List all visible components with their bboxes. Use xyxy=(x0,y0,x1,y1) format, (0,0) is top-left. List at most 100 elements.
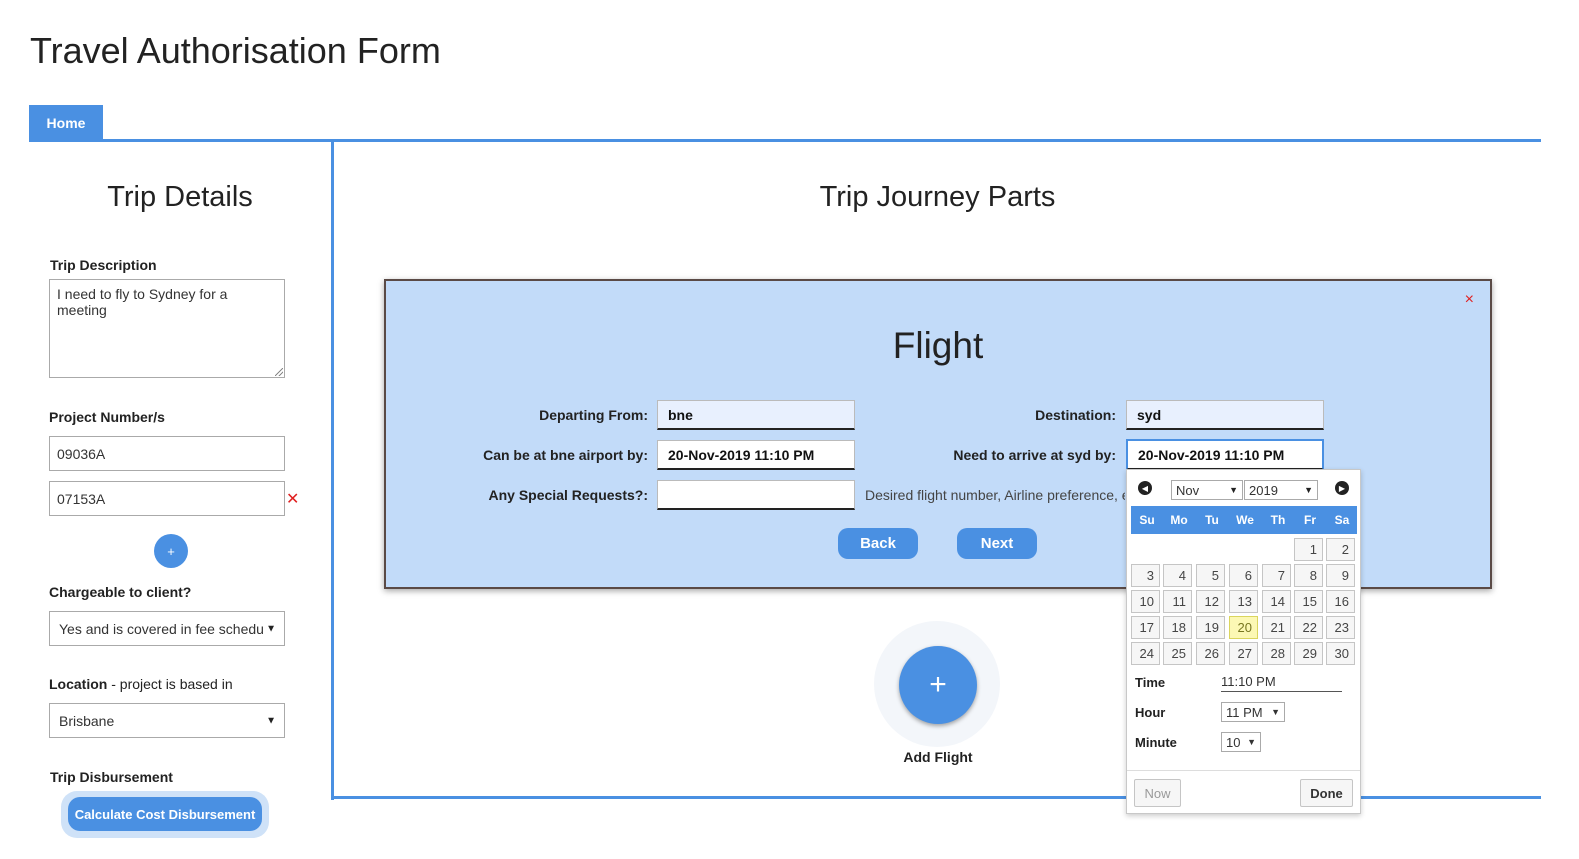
calendar-day[interactable]: 25 xyxy=(1163,642,1192,665)
calculate-cost-disbursement-button[interactable]: Calculate Cost Disbursement xyxy=(68,797,262,831)
chevron-down-icon: ▼ xyxy=(1271,707,1280,717)
now-button[interactable]: Now xyxy=(1134,779,1181,807)
hour-select[interactable]: 11 PM ▼ xyxy=(1221,702,1285,722)
weekday-label: Th xyxy=(1270,513,1286,527)
chevron-down-icon: ▼ xyxy=(266,623,276,634)
calendar-day[interactable]: 10 xyxy=(1131,590,1160,613)
project-number-value-2: 07153A xyxy=(57,490,106,507)
calendar-day[interactable]: 20 xyxy=(1229,616,1258,639)
calendar-day[interactable]: 18 xyxy=(1163,616,1192,639)
time-label: Time xyxy=(1135,675,1166,690)
calendar-day[interactable]: 4 xyxy=(1163,564,1192,587)
chevron-down-icon: ▼ xyxy=(1229,485,1238,495)
project-number-value-1: 09036A xyxy=(57,445,106,462)
location-label-text: Location xyxy=(49,676,108,692)
calendar-day[interactable]: 5 xyxy=(1196,564,1225,587)
calendar-day[interactable]: 21 xyxy=(1262,616,1291,639)
back-button[interactable]: Back xyxy=(838,528,918,559)
arrive-by-input[interactable]: 20-Nov-2019 11:10 PM xyxy=(1126,439,1324,470)
chargeable-value: Yes and is covered in fee schedu xyxy=(59,620,264,637)
next-button[interactable]: Next xyxy=(957,528,1037,559)
calendar-day[interactable]: 6 xyxy=(1229,564,1258,587)
project-numbers-label: Project Number/s xyxy=(49,409,165,425)
arrive-by-label: Need to arrive at syd by: xyxy=(953,447,1116,463)
calendar-day[interactable]: 26 xyxy=(1196,642,1225,665)
special-requests-hint: Desired flight number, Airline preferenc… xyxy=(865,487,1125,503)
calendar-day[interactable]: 17 xyxy=(1131,616,1160,639)
add-flight-button[interactable]: + xyxy=(899,646,977,724)
weekday-label: Sa xyxy=(1334,513,1350,527)
chevron-down-icon: ▼ xyxy=(1247,737,1256,747)
project-number-input-1[interactable]: 09036A xyxy=(49,436,285,471)
close-icon[interactable]: × xyxy=(1465,291,1474,309)
trip-description-textarea[interactable]: I need to fly to Sydney for a meeting xyxy=(49,279,285,378)
next-month-icon[interactable]: ▶ xyxy=(1335,481,1349,495)
calendar-day[interactable]: 7 xyxy=(1262,564,1291,587)
chevron-down-icon: ▼ xyxy=(1304,485,1313,495)
calendar-day[interactable]: 19 xyxy=(1196,616,1225,639)
trip-journey-parts-heading: Trip Journey Parts xyxy=(819,181,1056,213)
add-flight-label: Add Flight xyxy=(903,749,973,765)
month-select[interactable]: Nov ▼ xyxy=(1171,480,1243,500)
datepicker-popup: ◀ Nov ▼ 2019 ▼ ▶ Su Mo Tu We Th Fr Sa 1234… xyxy=(1126,469,1361,814)
time-value: 11:10 PM xyxy=(1221,674,1342,692)
trip-details-heading: Trip Details xyxy=(107,181,253,213)
minute-select[interactable]: 10 ▼ xyxy=(1221,732,1261,752)
calendar-day[interactable]: 15 xyxy=(1294,590,1323,613)
tab-home[interactable]: Home xyxy=(29,105,103,141)
add-project-button[interactable]: + xyxy=(154,534,188,568)
calendar-day[interactable]: 29 xyxy=(1294,642,1323,665)
departing-from-input[interactable]: bne xyxy=(657,400,855,430)
weekday-label: Su xyxy=(1139,513,1155,527)
trip-description-value: I need to fly to Sydney for a meeting xyxy=(57,286,228,318)
tab-bar-divider xyxy=(29,139,1541,142)
weekday-header: Su Mo Tu We Th Fr Sa xyxy=(1131,506,1357,534)
calendar-day[interactable]: 13 xyxy=(1229,590,1258,613)
project-number-input-2[interactable]: 07153A xyxy=(49,481,285,516)
remove-project-icon[interactable]: ✕ xyxy=(286,489,299,509)
depart-by-label: Can be at bne airport by: xyxy=(483,447,648,463)
trip-description-label: Trip Description xyxy=(50,257,157,273)
datepicker-divider xyxy=(1127,770,1360,771)
page-title: Travel Authorisation Form xyxy=(30,30,441,71)
destination-label: Destination: xyxy=(1035,407,1116,423)
calendar-day[interactable]: 3 xyxy=(1131,564,1160,587)
calendar-day[interactable]: 2 xyxy=(1326,538,1355,561)
calendar-day[interactable]: 12 xyxy=(1196,590,1225,613)
calendar-day[interactable]: 27 xyxy=(1229,642,1258,665)
panel-divider xyxy=(331,141,334,800)
location-label-suffix: - project is based in xyxy=(107,676,233,692)
done-button[interactable]: Done xyxy=(1300,779,1353,807)
calendar-day[interactable]: 23 xyxy=(1326,616,1355,639)
flight-modal-title: Flight xyxy=(892,325,984,366)
plus-icon: + xyxy=(167,543,175,559)
calendar-day[interactable]: 8 xyxy=(1294,564,1323,587)
weekday-label: Mo xyxy=(1170,513,1188,527)
year-select[interactable]: 2019 ▼ xyxy=(1244,480,1318,500)
calendar-day[interactable]: 14 xyxy=(1262,590,1291,613)
location-value: Brisbane xyxy=(59,712,115,729)
destination-input[interactable]: syd xyxy=(1126,400,1324,430)
calendar-day[interactable]: 22 xyxy=(1294,616,1323,639)
weekday-label: Tu xyxy=(1205,513,1219,527)
depart-by-input[interactable]: 20-Nov-2019 11:10 PM xyxy=(657,440,855,470)
location-select[interactable]: Brisbane ▼ xyxy=(49,703,285,738)
calendar-day[interactable]: 9 xyxy=(1326,564,1355,587)
special-requests-input[interactable] xyxy=(657,480,855,510)
prev-month-icon[interactable]: ◀ xyxy=(1138,481,1152,495)
depart-by-value: 20-Nov-2019 11:10 PM xyxy=(668,446,815,463)
chevron-down-icon: ▼ xyxy=(266,715,276,726)
calendar-day[interactable]: 24 xyxy=(1131,642,1160,665)
weekday-label: We xyxy=(1236,513,1254,527)
chargeable-select[interactable]: Yes and is covered in fee schedu ▼ xyxy=(49,611,285,646)
resize-grip-icon[interactable] xyxy=(275,368,283,376)
calendar-day[interactable]: 28 xyxy=(1262,642,1291,665)
departing-from-value: bne xyxy=(668,406,693,423)
minute-label: Minute xyxy=(1135,735,1177,750)
calendar-day[interactable]: 30 xyxy=(1326,642,1355,665)
calendar-day[interactable]: 16 xyxy=(1326,590,1355,613)
weekday-label: Fr xyxy=(1304,513,1316,527)
calendar-day[interactable]: 1 xyxy=(1294,538,1323,561)
calendar-day[interactable]: 11 xyxy=(1163,590,1192,613)
destination-value: syd xyxy=(1137,406,1162,423)
